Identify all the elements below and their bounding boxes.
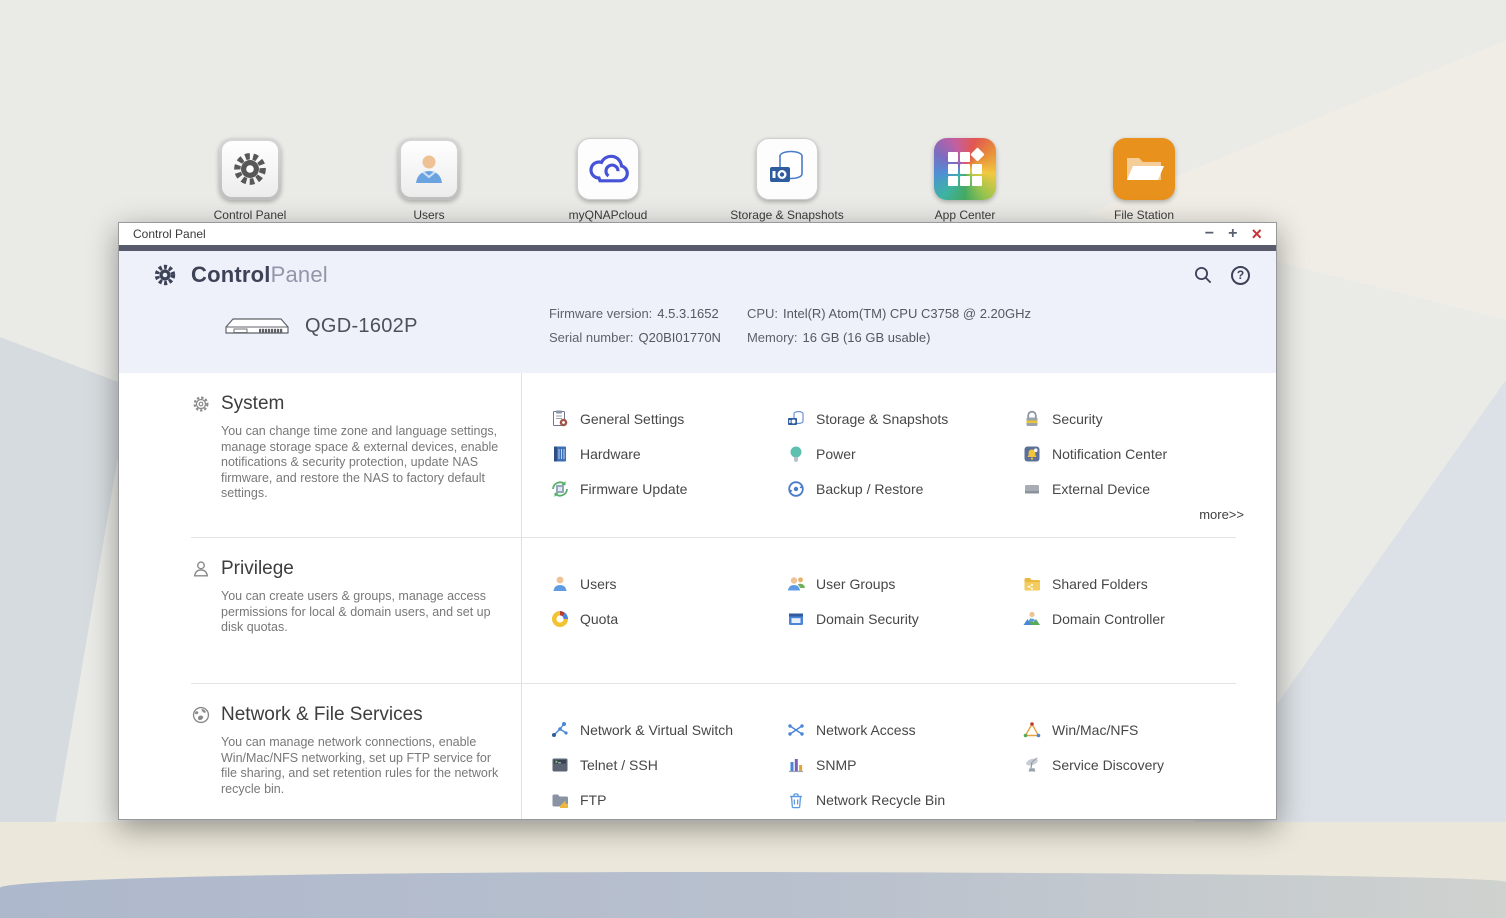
app-grid-tile-icon — [934, 138, 996, 200]
desktop-icon-file-station[interactable]: File Station — [1064, 138, 1224, 222]
section-description: You can change time zone and language se… — [221, 424, 503, 502]
snmp-icon — [786, 755, 806, 775]
item-quota[interactable]: Quota — [550, 601, 786, 636]
general-settings-icon — [550, 409, 570, 429]
network-virtual-switch-icon — [550, 720, 570, 740]
win-mac-nfs-icon — [1022, 720, 1042, 740]
service-discovery-icon — [1022, 755, 1042, 775]
item-domain-controller[interactable]: Domain Controller — [1022, 601, 1258, 636]
desktop-label: App Center — [885, 208, 1045, 222]
minimize-button[interactable]: − — [1205, 226, 1214, 242]
section-title: System — [221, 393, 284, 415]
item-shared-folders[interactable]: Shared Folders — [1022, 566, 1258, 601]
users-icon — [550, 574, 570, 594]
window-title: Control Panel — [133, 227, 206, 241]
hardware-icon — [550, 444, 570, 464]
device-info-left: Firmware version:4.5.3.1652 Serial numbe… — [549, 302, 721, 350]
item-hardware[interactable]: Hardware — [550, 436, 786, 471]
item-domain-security[interactable]: Domain Security — [786, 601, 1022, 636]
storage-snapshots-icon — [786, 409, 806, 429]
item-win-mac-nfs[interactable]: Win/Mac/NFS — [1022, 712, 1258, 747]
desktop-icon-users[interactable]: Users — [349, 138, 509, 222]
item-general-settings[interactable]: General Settings — [550, 401, 786, 436]
desktop-label: Control Panel — [170, 208, 330, 222]
security-icon — [1022, 409, 1042, 429]
section-title: Privilege — [221, 558, 294, 580]
desktop-icon-control-panel[interactable]: Control Panel — [170, 138, 330, 222]
storage-camera-tile-icon — [756, 138, 818, 200]
item-firmware-update[interactable]: Firmware Update — [550, 471, 786, 506]
page-title: ControlPanel — [191, 262, 328, 288]
system-gear-icon — [191, 394, 211, 414]
device-model: QGD-1602P — [305, 315, 418, 338]
privilege-person-icon — [191, 559, 211, 579]
item-security[interactable]: Security — [1022, 401, 1258, 436]
wallpaper-shape — [0, 872, 1506, 918]
desktop-label: Storage & Snapshots — [707, 208, 867, 222]
gear-tile-icon — [219, 138, 281, 200]
power-icon — [786, 444, 806, 464]
item-storage-snapshots[interactable]: Storage & Snapshots — [786, 401, 1022, 436]
external-device-icon — [1022, 479, 1042, 499]
notification-center-icon — [1022, 444, 1042, 464]
item-network-access[interactable]: Network Access — [786, 712, 1022, 747]
telnet-ssh-icon — [550, 755, 570, 775]
section-description: You can create users & groups, manage ac… — [221, 589, 503, 636]
window-header: ControlPanel ? QGD-1602P Firmware versio… — [119, 251, 1276, 373]
backup-restore-icon — [786, 479, 806, 499]
desktop-label: myQNAPcloud — [528, 208, 688, 222]
user-groups-icon — [786, 574, 806, 594]
section-title: Network & File Services — [221, 704, 423, 726]
window-titlebar[interactable]: Control Panel − + × — [119, 223, 1276, 245]
section-network-file-services: Network & File Services You can manage n… — [191, 684, 1236, 819]
section-privilege: Privilege You can create users & groups,… — [191, 538, 1236, 684]
network-globe-icon — [191, 705, 211, 725]
folder-tile-icon — [1113, 138, 1175, 200]
ftp-icon — [550, 790, 570, 810]
section-system: System You can change time zone and lang… — [191, 373, 1236, 538]
item-telnet-ssh[interactable]: Telnet / SSH — [550, 747, 786, 782]
more-link[interactable]: more>> — [550, 507, 1258, 522]
firmware-update-icon — [550, 479, 570, 499]
maximize-button[interactable]: + — [1228, 226, 1237, 242]
item-snmp[interactable]: SNMP — [786, 747, 1022, 782]
control-panel-window: Control Panel − + × ControlPanel ? — [118, 222, 1277, 820]
section-description: You can manage network connections, enab… — [221, 735, 503, 797]
desktop-label: File Station — [1064, 208, 1224, 222]
item-power[interactable]: Power — [786, 436, 1022, 471]
item-ftp[interactable]: FTP — [550, 782, 786, 817]
desktop-label: Users — [349, 208, 509, 222]
device-illustration-icon — [223, 314, 291, 338]
control-panel-gear-icon — [153, 263, 177, 287]
device-info-right: CPU:Intel(R) Atom(TM) CPU C3758 @ 2.20GH… — [747, 302, 1031, 350]
item-service-discovery[interactable]: Service Discovery — [1022, 747, 1258, 782]
item-users[interactable]: Users — [550, 566, 786, 601]
desktop-icon-storage-snapshots[interactable]: Storage & Snapshots — [707, 138, 867, 222]
network-recycle-bin-icon — [786, 790, 806, 810]
help-icon[interactable]: ? — [1231, 266, 1250, 285]
search-icon[interactable] — [1193, 265, 1213, 285]
close-button[interactable]: × — [1251, 225, 1262, 243]
user-tile-icon — [398, 138, 460, 200]
desktop-icon-app-center[interactable]: App Center — [885, 138, 1045, 222]
item-network-recycle-bin[interactable]: Network Recycle Bin — [786, 782, 1022, 817]
shared-folders-icon — [1022, 574, 1042, 594]
window-body: System You can change time zone and lang… — [119, 373, 1276, 819]
item-network-virtual-switch[interactable]: Network & Virtual Switch — [550, 712, 786, 747]
item-user-groups[interactable]: User Groups — [786, 566, 1022, 601]
domain-controller-icon — [1022, 609, 1042, 629]
item-notification-center[interactable]: Notification Center — [1022, 436, 1258, 471]
item-external-device[interactable]: External Device — [1022, 471, 1258, 506]
domain-security-icon — [786, 609, 806, 629]
item-backup-restore[interactable]: Backup / Restore — [786, 471, 1022, 506]
desktop-icon-myqnapcloud[interactable]: myQNAPcloud — [528, 138, 688, 222]
quota-icon — [550, 609, 570, 629]
cloud-tile-icon — [577, 138, 639, 200]
network-access-icon — [786, 720, 806, 740]
